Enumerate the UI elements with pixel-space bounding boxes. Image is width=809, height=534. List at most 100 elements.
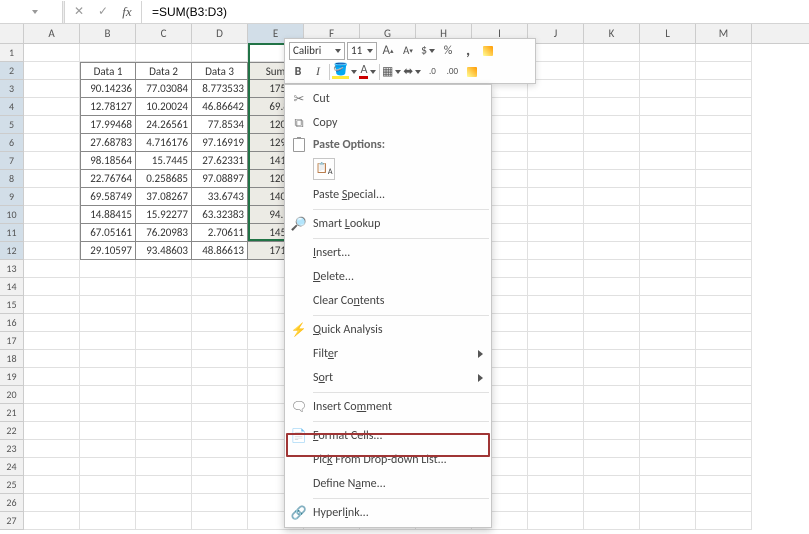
row-header[interactable]: 25 <box>0 476 24 494</box>
cell[interactable] <box>696 224 752 242</box>
menu-smart-lookup[interactable]: 🔎Smart Lookup <box>285 212 491 236</box>
menu-quick-analysis[interactable]: ⚡Quick Analysis <box>285 318 491 342</box>
cell[interactable] <box>24 368 80 386</box>
cell[interactable]: 4.716176 <box>136 134 192 152</box>
cell[interactable] <box>136 278 192 296</box>
bold-button[interactable]: B <box>289 63 307 81</box>
col-header-b[interactable]: B <box>80 24 136 43</box>
row-header[interactable]: 4 <box>0 98 24 116</box>
cell[interactable] <box>136 440 192 458</box>
cell[interactable] <box>24 98 80 116</box>
cell[interactable] <box>584 512 640 530</box>
col-header-j[interactable]: J <box>528 24 584 43</box>
cell[interactable] <box>696 440 752 458</box>
cell[interactable] <box>24 62 80 80</box>
cell[interactable] <box>696 296 752 314</box>
cell[interactable] <box>80 422 136 440</box>
cell[interactable] <box>584 224 640 242</box>
cell[interactable] <box>584 350 640 368</box>
menu-clear-contents[interactable]: Clear Contents <box>285 289 491 313</box>
cell[interactable] <box>80 368 136 386</box>
cell[interactable] <box>136 404 192 422</box>
cell[interactable] <box>24 386 80 404</box>
cell[interactable] <box>24 134 80 152</box>
cell[interactable] <box>24 458 80 476</box>
cell[interactable] <box>696 188 752 206</box>
cell[interactable] <box>584 494 640 512</box>
cell[interactable]: 8.773533 <box>192 80 248 98</box>
cell[interactable] <box>528 62 584 80</box>
cell[interactable] <box>584 62 640 80</box>
row-header[interactable]: 3 <box>0 80 24 98</box>
cell[interactable]: 77.03084 <box>136 80 192 98</box>
cell[interactable] <box>192 350 248 368</box>
cell[interactable] <box>696 422 752 440</box>
cell[interactable] <box>80 440 136 458</box>
cell[interactable] <box>584 386 640 404</box>
select-all-corner[interactable] <box>0 24 24 43</box>
cell[interactable] <box>24 188 80 206</box>
cell[interactable] <box>24 350 80 368</box>
cell[interactable]: 77.8534 <box>192 116 248 134</box>
cell[interactable] <box>640 242 696 260</box>
cell[interactable] <box>136 350 192 368</box>
cell[interactable] <box>136 494 192 512</box>
cell[interactable] <box>640 152 696 170</box>
cell[interactable] <box>192 314 248 332</box>
cell[interactable] <box>584 188 640 206</box>
row-header[interactable]: 10 <box>0 206 24 224</box>
cell[interactable] <box>528 170 584 188</box>
cell[interactable]: 27.62331 <box>192 152 248 170</box>
cell[interactable] <box>24 260 80 278</box>
cell[interactable]: 33.6743 <box>192 188 248 206</box>
cell[interactable] <box>192 458 248 476</box>
cell[interactable] <box>696 80 752 98</box>
cell[interactable]: 22.76764 <box>80 170 136 188</box>
cell[interactable] <box>584 404 640 422</box>
name-box[interactable] <box>4 10 60 14</box>
cell[interactable] <box>584 44 640 62</box>
cell[interactable] <box>136 314 192 332</box>
cell[interactable] <box>640 404 696 422</box>
row-header[interactable]: 19 <box>0 368 24 386</box>
cell[interactable]: 48.86613 <box>192 242 248 260</box>
cell[interactable] <box>192 44 248 62</box>
cell[interactable] <box>584 278 640 296</box>
cell[interactable] <box>584 332 640 350</box>
cell[interactable] <box>584 422 640 440</box>
cell[interactable] <box>136 386 192 404</box>
cell[interactable] <box>80 296 136 314</box>
row-header[interactable]: 1 <box>0 44 24 62</box>
row-header[interactable]: 15 <box>0 296 24 314</box>
increase-font-icon[interactable]: A▴ <box>379 42 397 60</box>
cell[interactable] <box>24 494 80 512</box>
menu-pick-from-dropdown[interactable]: Pick From Drop-down List... <box>285 448 491 472</box>
cell[interactable] <box>80 260 136 278</box>
menu-hyperlink[interactable]: 🔗Hyperlink... <box>285 501 491 525</box>
cell[interactable] <box>696 476 752 494</box>
cell[interactable] <box>696 98 752 116</box>
menu-cut[interactable]: ✂Cut <box>285 87 491 111</box>
italic-button[interactable]: I <box>309 63 327 81</box>
cell[interactable]: 0.258685 <box>136 170 192 188</box>
cell[interactable] <box>696 134 752 152</box>
paste-default-button[interactable]: 📋A <box>313 158 335 180</box>
insert-function-button[interactable]: fx <box>115 1 139 23</box>
cell[interactable] <box>640 368 696 386</box>
menu-define-name[interactable]: Define Name... <box>285 472 491 496</box>
row-header[interactable]: 14 <box>0 278 24 296</box>
cell[interactable] <box>192 368 248 386</box>
cell[interactable] <box>584 80 640 98</box>
cell[interactable] <box>528 440 584 458</box>
cell[interactable] <box>24 44 80 62</box>
cell[interactable] <box>696 44 752 62</box>
cell[interactable] <box>136 458 192 476</box>
fill-color-button[interactable]: 🪣 <box>332 63 357 81</box>
cell[interactable] <box>192 260 248 278</box>
cell[interactable] <box>528 80 584 98</box>
cell[interactable] <box>640 296 696 314</box>
cell[interactable] <box>640 278 696 296</box>
cell[interactable]: 27.68783 <box>80 134 136 152</box>
cell[interactable] <box>80 458 136 476</box>
menu-copy[interactable]: ⧉Copy <box>285 111 491 135</box>
